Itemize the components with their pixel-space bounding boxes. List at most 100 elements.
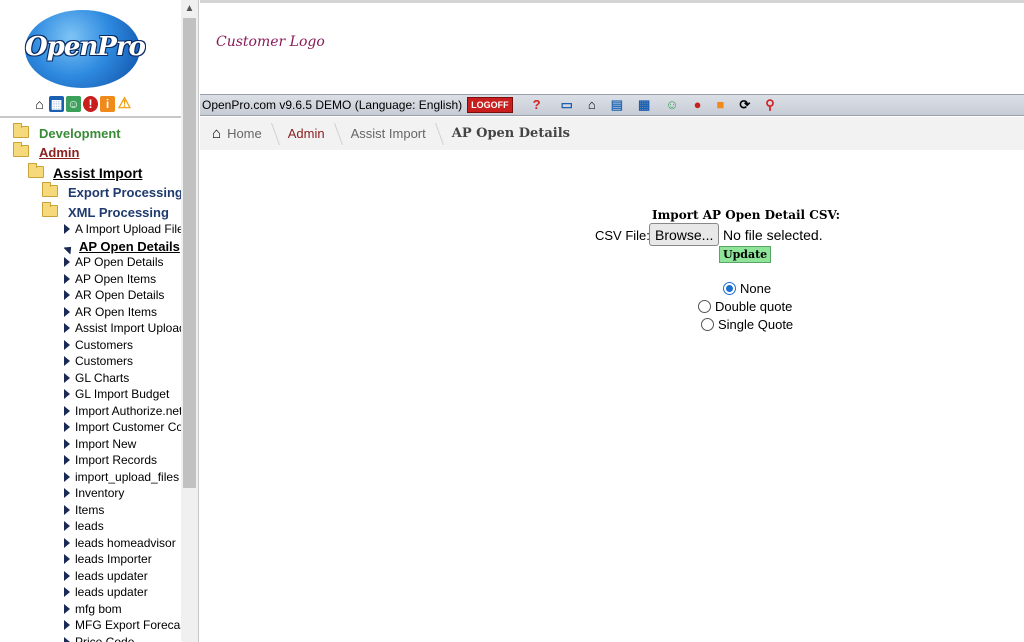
scrollbar-thumb[interactable]	[183, 18, 196, 488]
breadcrumb-home[interactable]: ⌂ Home	[212, 125, 262, 142]
home-icon[interactable]: ⌂	[588, 97, 596, 113]
logoff-button[interactable]: LOGOFF	[467, 97, 513, 113]
expand-arrow-icon	[64, 372, 70, 383]
expand-arrow-icon	[64, 224, 70, 234]
tree-leaf-label: leads homeadvisor	[75, 535, 176, 550]
radio-button[interactable]	[701, 318, 714, 331]
browse-button[interactable]: Browse...	[649, 223, 720, 246]
people-icon[interactable]: ☺	[665, 97, 678, 113]
expand-arrow-icon	[64, 438, 70, 449]
tree-leaf-label: AR Open Details	[75, 288, 165, 302]
folder-icon	[28, 163, 44, 178]
left-scrollbar[interactable]: ▲	[181, 0, 198, 642]
tree-leaf-item[interactable]: leads updater	[64, 585, 184, 599]
radio-none[interactable]: None	[723, 281, 771, 296]
tree-item-xml-processing[interactable]: XML Processing	[68, 205, 169, 220]
calculator-icon[interactable]: ▦	[638, 97, 650, 113]
tree-leaf-item[interactable]: leads homeadvisor	[64, 536, 184, 550]
tree-leaf-item[interactable]: Assist Import Upload	[64, 321, 184, 335]
tree-leaf-label: A Import Upload Files	[75, 222, 184, 236]
tree-leaf-item[interactable]: mfg bom	[64, 602, 184, 616]
main-toolbar: OpenPro.com v9.6.5 DEMO (Language: Engli…	[200, 94, 1024, 116]
openpro-logo[interactable]: OpenPro	[25, 10, 146, 88]
tree-leaf-label: import_upload_files	[75, 469, 180, 484]
tree-leaf-label: Customers	[75, 337, 134, 352]
radio-button[interactable]	[698, 300, 711, 313]
info-icon[interactable]: ■	[716, 97, 724, 113]
tree-leaf-item[interactable]: MFG Export Forecast	[64, 618, 184, 632]
tree-leaf-item[interactable]: AP Open Details	[64, 239, 184, 254]
expand-arrow-icon	[64, 587, 70, 597]
radio-single-quote[interactable]: Single Quote	[701, 317, 793, 332]
tree-leaf-label: GL Charts	[75, 370, 130, 385]
refresh-icon[interactable]: ⟳	[739, 97, 750, 113]
tree-leaf-item[interactable]: AP Open Items	[64, 272, 184, 286]
alert-icon[interactable]: !	[83, 96, 98, 112]
tree-leaf-item[interactable]: leads updater	[64, 569, 184, 583]
tree-leaf-item[interactable]: import_upload_files	[64, 470, 184, 484]
scroll-up-icon[interactable]: ▲	[181, 0, 198, 17]
expand-arrow-icon	[64, 323, 70, 333]
tree-leaf-item[interactable]: A Import Upload Files	[64, 222, 184, 236]
tree-leaf-item[interactable]: Import Authorize.net	[64, 404, 184, 418]
breadcrumb-current: AP Open Details	[451, 126, 570, 141]
tree-leaf-item[interactable]: Items	[64, 503, 184, 517]
radio-double-quote[interactable]: Double quote	[698, 299, 792, 314]
tree-item-assist-import[interactable]: Assist Import	[53, 165, 142, 181]
calculator-icon[interactable]: ▦	[49, 96, 64, 112]
tree-leaf-item[interactable]: GL Charts	[64, 371, 184, 385]
tree-leaf-label: Import Customer Co	[75, 420, 184, 434]
tree-leaf-label: MFG Export Forecast	[75, 618, 184, 632]
tree-leaf-label: leads	[75, 519, 104, 533]
tree-leaf-item[interactable]: AR Open Items	[64, 305, 184, 319]
tree-leaf-item[interactable]: Price Code	[64, 635, 184, 642]
tree-leaf-item[interactable]: AR Open Details	[64, 288, 184, 302]
logo-text: OpenPro	[25, 32, 146, 62]
breadcrumb-assist-import[interactable]: Assist Import	[351, 126, 426, 141]
radio-button-selected[interactable]	[723, 282, 736, 295]
card-icon[interactable]: ▭	[561, 97, 573, 113]
expand-arrow-icon	[64, 537, 70, 548]
tree-item-development[interactable]: Development	[39, 126, 121, 141]
tree-leaf-item[interactable]: Import New	[64, 437, 184, 451]
navigation-frame: OpenPro ⌂ ▦ ☺ ! i ⚠ Development Admin As…	[0, 0, 199, 642]
help-icon[interactable]: ?	[533, 97, 541, 113]
tree-item-export-processing[interactable]: Export Processing	[68, 185, 183, 200]
breadcrumb-admin[interactable]: Admin	[288, 126, 325, 141]
info-icon[interactable]: i	[100, 96, 115, 112]
tree-leaf-item[interactable]: AP Open Details	[64, 255, 184, 269]
tree-leaf-item[interactable]: Import Customer Co	[64, 420, 184, 434]
tree-leaf-label: leads Importer	[75, 552, 152, 566]
top-border	[200, 0, 1024, 3]
tree-leaf-label: leads updater	[75, 585, 148, 599]
search-icon[interactable]: ⚲	[765, 97, 775, 113]
tree-item-admin[interactable]: Admin	[39, 145, 79, 160]
expanded-arrow-icon	[64, 242, 75, 254]
tree-leaf-label: Import Authorize.net	[75, 403, 183, 418]
home-icon: ⌂	[212, 125, 222, 142]
tree-leaf-item[interactable]: Inventory	[64, 486, 184, 500]
alert-icon[interactable]: ●	[694, 97, 702, 113]
tree-leaf-item[interactable]: GL Import Budget	[64, 387, 184, 401]
tree-leaf-item[interactable]: Import Records	[64, 453, 184, 467]
tree-leaf-label: Customers	[75, 354, 134, 368]
tree-leaf-item[interactable]: leads	[64, 519, 184, 533]
tree-leaf-item[interactable]: Customers	[64, 338, 184, 352]
form-title: Import AP Open Detail CSV:	[652, 208, 841, 222]
home-icon[interactable]: ⌂	[32, 96, 47, 112]
radio-none-label: None	[740, 281, 772, 296]
warning-icon[interactable]: ⚠	[117, 96, 132, 112]
people-icon[interactable]: ☺	[66, 96, 81, 112]
tree-leaf-label: GL Import Budget	[75, 387, 170, 401]
printer-icon[interactable]: ▤	[611, 97, 623, 113]
expand-arrow-icon	[64, 488, 70, 498]
expand-arrow-icon	[64, 257, 70, 267]
expand-arrow-icon	[64, 273, 70, 284]
version-text: OpenPro.com v9.6.5 DEMO (Language: Engli…	[202, 98, 463, 112]
tree-leaf-label: Import New	[75, 436, 137, 451]
expand-arrow-icon	[64, 521, 70, 531]
tree-leaf-item[interactable]: Customers	[64, 354, 184, 368]
tree-leaf-label: leads updater	[75, 568, 148, 583]
update-button[interactable]: Update	[719, 246, 772, 263]
tree-leaf-item[interactable]: leads Importer	[64, 552, 184, 566]
